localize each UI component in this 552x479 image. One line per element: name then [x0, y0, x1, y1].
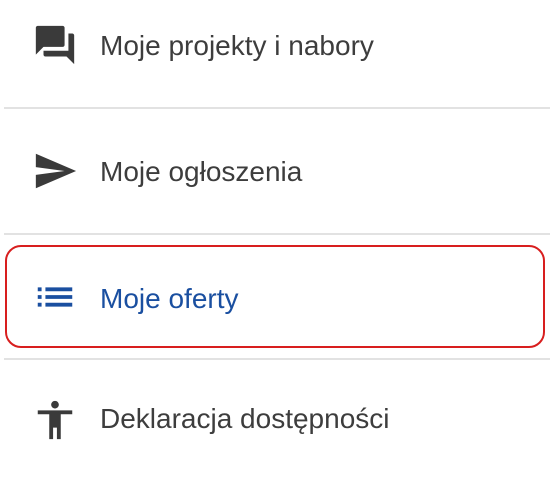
- send-icon: [32, 148, 78, 194]
- menu-item-label: Moje oferty: [100, 283, 239, 314]
- divider: [4, 233, 550, 235]
- menu-item-label: Moje ogłoszenia: [100, 156, 303, 187]
- menu-item-deklaracja-dostepnosci[interactable]: Deklaracja dostępności: [0, 370, 552, 474]
- menu-item-moje-ogloszenia[interactable]: Moje ogłoszenia: [0, 120, 552, 224]
- forum-icon: [32, 22, 78, 68]
- menu-item-moje-projekty[interactable]: Moje projekty i nabory: [0, 0, 552, 104]
- divider: [4, 107, 550, 109]
- menu-item-moje-oferty[interactable]: Moje oferty: [0, 245, 552, 349]
- list-icon: [32, 274, 78, 320]
- accessibility-icon: [32, 397, 78, 443]
- navigation-menu: Moje projekty i nabory Moje ogłoszenia M…: [0, 0, 552, 479]
- divider: [4, 358, 550, 360]
- menu-item-label: Moje projekty i nabory: [100, 30, 374, 61]
- menu-item-label: Deklaracja dostępności: [100, 403, 390, 434]
